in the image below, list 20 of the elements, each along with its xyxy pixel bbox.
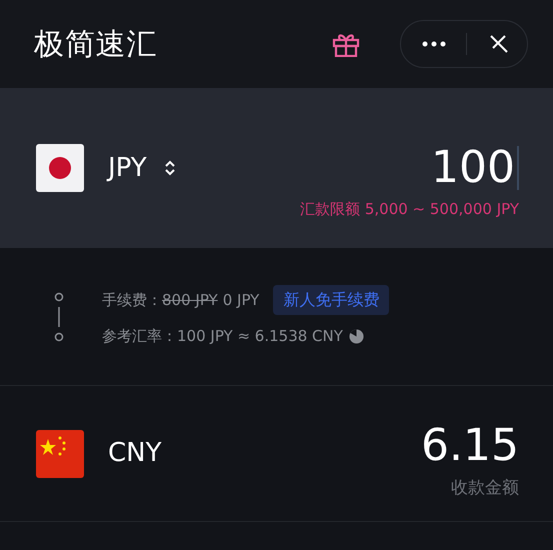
fee-label: 手续费： [102, 290, 162, 311]
amount-input[interactable]: 100 [431, 146, 519, 190]
currency-code[interactable]: CNY [108, 434, 162, 473]
sort-icon[interactable] [164, 160, 175, 176]
received-amount: 6.15 [421, 424, 519, 468]
close-icon[interactable] [489, 34, 509, 54]
japan-flag-icon [36, 144, 84, 192]
promo-badge: 新人免手续费 [273, 285, 390, 316]
timeline-icon [53, 292, 65, 342]
timer-icon [348, 329, 364, 344]
app-title: 极简速汇 [34, 26, 157, 64]
rate-label: 参考汇率： [102, 326, 177, 348]
limit-text: 汇款限额 5,000 ~ 500,000 JPY [300, 198, 519, 220]
china-flag-icon [36, 430, 84, 478]
original-fee: 800 JPY [162, 290, 218, 311]
rate-value: 100 JPY ≈ 6.1538 CNY [177, 326, 343, 348]
more-icon[interactable] [422, 41, 446, 47]
current-fee: 0 JPY [222, 290, 260, 311]
currency-code[interactable]: JPY [108, 148, 147, 188]
received-caption: 收款金额 [451, 476, 519, 500]
